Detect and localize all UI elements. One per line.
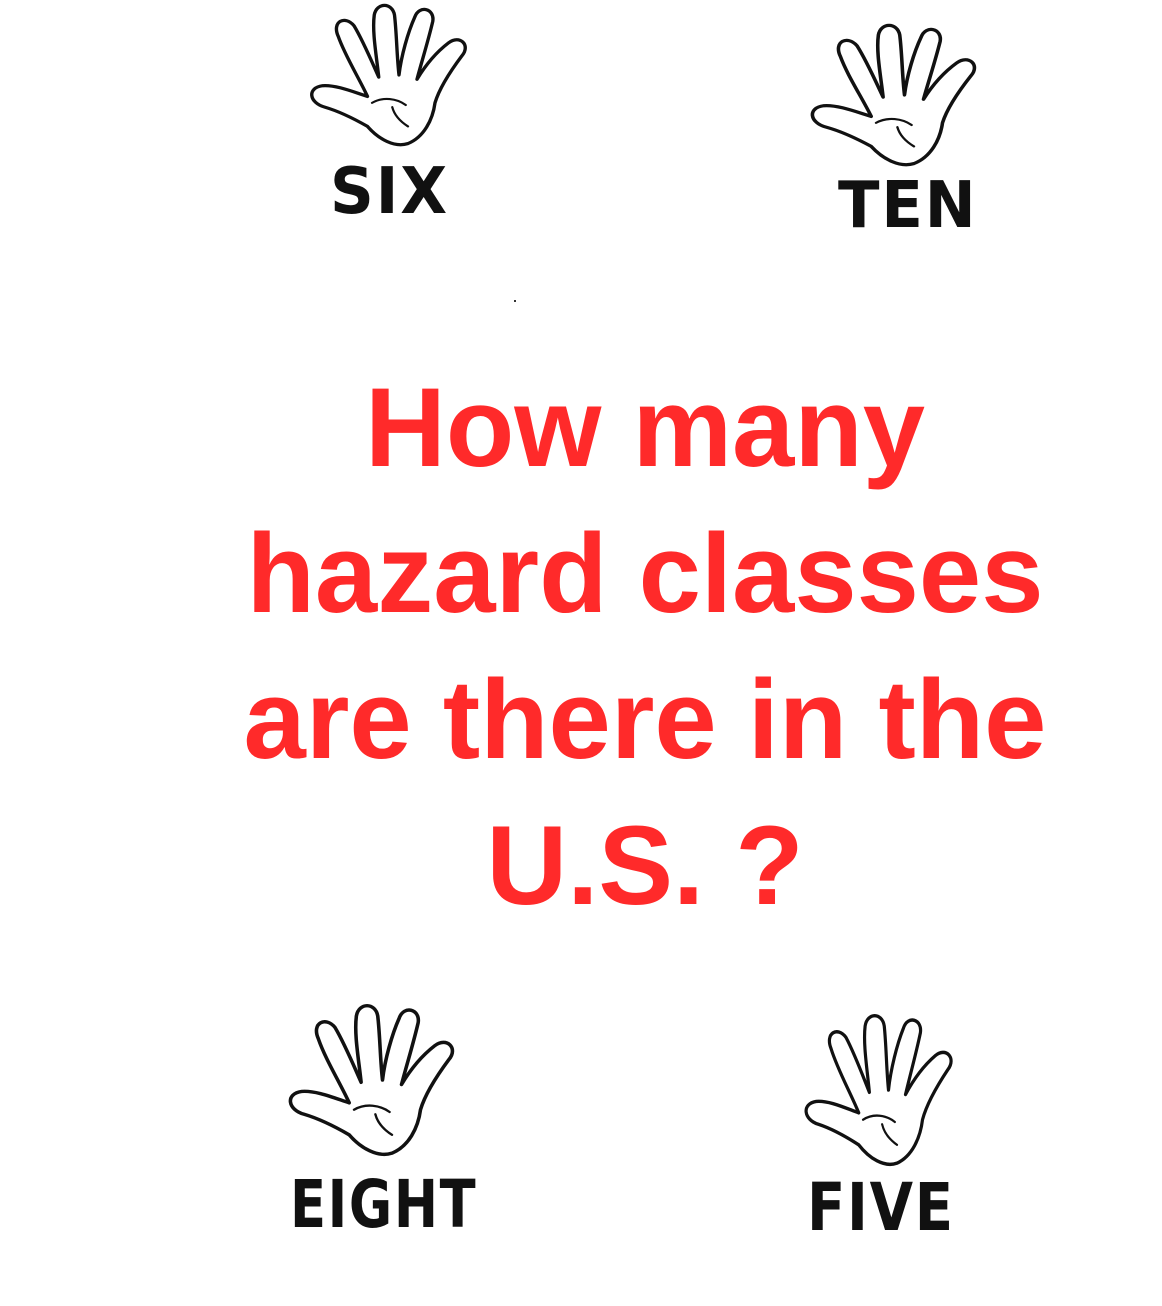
question-text: How many hazard classes are there in the… xyxy=(150,355,1140,939)
hand-icon xyxy=(800,20,990,170)
option-six[interactable]: SIX xyxy=(300,0,500,240)
hand-icon xyxy=(795,1010,965,1170)
question-line: U.S. ? xyxy=(486,803,804,928)
question-line: How many xyxy=(364,365,926,490)
hand-icon xyxy=(278,1000,468,1160)
scan-speck xyxy=(514,300,516,302)
option-label-eight: EIGHT xyxy=(290,1166,478,1243)
option-five[interactable]: FIVE xyxy=(795,1010,995,1260)
question-line: are there in the xyxy=(243,657,1047,782)
option-label-ten: TEN xyxy=(838,169,978,243)
hand-icon xyxy=(300,0,480,150)
option-label-six: SIX xyxy=(330,155,449,229)
option-label-five: FIVE xyxy=(807,1169,955,1246)
option-eight[interactable]: EIGHT xyxy=(278,1000,488,1260)
option-ten[interactable]: TEN xyxy=(800,0,1010,250)
question-line: hazard classes xyxy=(246,511,1044,636)
